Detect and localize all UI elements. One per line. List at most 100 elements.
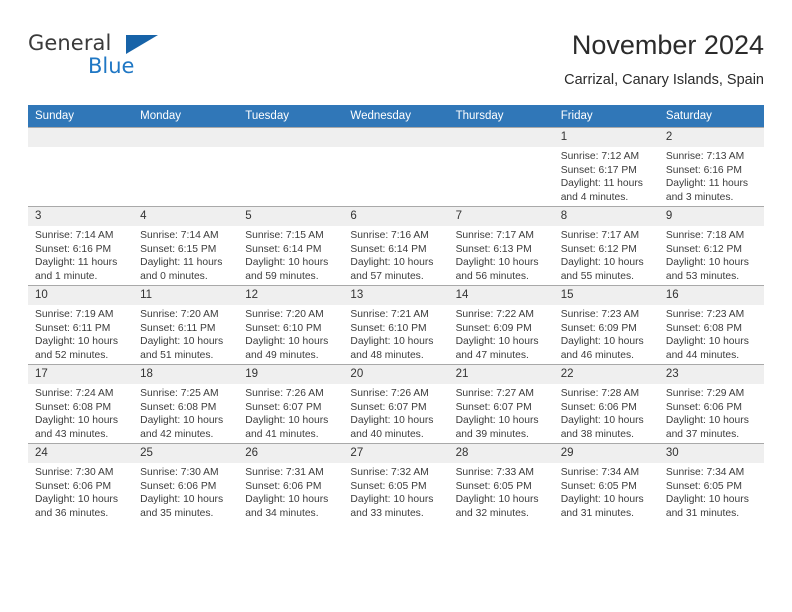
daylight-text: Daylight: 10 hours and 35 minutes. [140, 494, 224, 519]
sunrise-text: Sunrise: 7:23 AM [665, 309, 745, 320]
day-details: Sunrise: 7:17 AM Sunset: 6:12 PM Daylight:… [554, 226, 659, 283]
day-details: Sunrise: 7:27 AM Sunset: 6:07 PM Daylight:… [449, 384, 554, 441]
sunset-text: Sunset: 6:12 PM [665, 243, 742, 255]
day-number: 23 [658, 365, 764, 384]
calendar-day-cell[interactable]: 6 Sunrise: 7:16 AM Sunset: 6:14 PM Daylight… [343, 206, 449, 286]
sunrise-text: Sunrise: 7:34 AM [560, 467, 640, 478]
calendar-day-cell[interactable]: 3 Sunrise: 7:14 AM Sunset: 6:16 PM Daylight… [28, 206, 134, 286]
daylight-text: Daylight: 11 hours and 3 minutes. [665, 178, 749, 203]
sunset-text: Sunset: 6:06 PM [35, 480, 112, 492]
day-number: 29 [553, 444, 659, 463]
calendar-day-cell[interactable]: 5 Sunrise: 7:15 AM Sunset: 6:14 PM Daylight… [238, 206, 344, 286]
sunset-text: Sunset: 6:08 PM [665, 322, 742, 334]
daylight-text: Daylight: 10 hours and 42 minutes. [140, 415, 224, 440]
sunset-text: Sunset: 6:07 PM [245, 401, 322, 413]
day-number [448, 128, 554, 147]
day-details: Sunrise: 7:22 AM Sunset: 6:09 PM Daylight:… [449, 305, 554, 362]
calendar-grid: Sunday Monday Tuesday Wednesday Thursday… [28, 105, 764, 522]
calendar-day-cell-empty [343, 127, 449, 207]
day-number: 25 [133, 444, 239, 463]
page-title: November 2024 [571, 30, 764, 60]
daylight-text: Daylight: 10 hours and 33 minutes. [350, 494, 434, 519]
daylight-text: Daylight: 10 hours and 31 minutes. [665, 494, 749, 519]
sunrise-text: Sunrise: 7:27 AM [455, 388, 534, 399]
sunrise-text: Sunrise: 7:18 AM [665, 230, 745, 241]
sunset-text: Sunset: 6:16 PM [35, 243, 112, 255]
day-number: 26 [238, 444, 344, 463]
calendar-day-cell[interactable]: 4 Sunrise: 7:14 AM Sunset: 6:15 PM Daylight… [133, 206, 239, 286]
calendar-day-cell[interactable]: 11 Sunrise: 7:20 AM Sunset: 6:11 PM Dayligh… [133, 285, 239, 365]
calendar-day-cell[interactable]: 8 Sunrise: 7:17 AM Sunset: 6:12 PM Daylight… [553, 206, 659, 286]
sunrise-text: Sunrise: 7:20 AM [245, 309, 324, 320]
day-number: 7 [448, 207, 554, 226]
day-details: Sunrise: 7:33 AM Sunset: 6:05 PM Daylight:… [449, 463, 554, 520]
day-number: 24 [28, 444, 134, 463]
calendar-day-cell[interactable]: 21 Sunrise: 7:27 AM Sunset: 6:07 PM Dayligh… [448, 364, 554, 444]
calendar-day-cell[interactable]: 28 Sunrise: 7:33 AM Sunset: 6:05 PM Dayligh… [448, 443, 554, 522]
sunset-text: Sunset: 6:17 PM [560, 164, 637, 176]
day-number: 4 [133, 207, 239, 226]
daylight-text: Daylight: 10 hours and 47 minutes. [455, 336, 539, 361]
weekday-header-thursday: Thursday [448, 105, 554, 128]
calendar-day-cell[interactable]: 26 Sunrise: 7:31 AM Sunset: 6:06 PM Dayligh… [238, 443, 344, 522]
daylight-text: Daylight: 11 hours and 1 minute. [35, 257, 118, 282]
general-blue-logo[interactable]: General Blue [28, 31, 258, 89]
calendar-day-cell-empty [133, 127, 239, 207]
day-number: 12 [238, 286, 344, 305]
calendar-day-cell[interactable]: 17 Sunrise: 7:24 AM Sunset: 6:08 PM Dayligh… [28, 364, 134, 444]
sunrise-text: Sunrise: 7:19 AM [35, 309, 114, 320]
calendar-day-cell[interactable]: 23 Sunrise: 7:29 AM Sunset: 6:06 PM Dayligh… [658, 364, 764, 444]
calendar-day-cell[interactable]: 2 Sunrise: 7:13 AM Sunset: 6:16 PM Daylight… [658, 127, 764, 207]
daylight-text: Daylight: 10 hours and 44 minutes. [665, 336, 749, 361]
calendar-day-cell[interactable]: 10 Sunrise: 7:19 AM Sunset: 6:11 PM Dayligh… [28, 285, 134, 365]
calendar-day-cell[interactable]: 20 Sunrise: 7:26 AM Sunset: 6:07 PM Dayligh… [343, 364, 449, 444]
daylight-text: Daylight: 10 hours and 32 minutes. [455, 494, 539, 519]
sunrise-text: Sunrise: 7:17 AM [455, 230, 534, 241]
day-details: Sunrise: 7:23 AM Sunset: 6:09 PM Daylight:… [554, 305, 659, 362]
calendar-day-cell[interactable]: 13 Sunrise: 7:21 AM Sunset: 6:10 PM Dayligh… [343, 285, 449, 365]
weekday-header-wednesday: Wednesday [343, 105, 449, 128]
day-number: 27 [343, 444, 449, 463]
calendar-day-cell[interactable]: 14 Sunrise: 7:22 AM Sunset: 6:09 PM Dayligh… [448, 285, 554, 365]
daylight-text: Daylight: 10 hours and 38 minutes. [560, 415, 644, 440]
sunrise-text: Sunrise: 7:14 AM [140, 230, 219, 241]
page-header: General Blue November 2024 Carrizal, Can… [28, 28, 764, 98]
calendar-day-cell[interactable]: 29 Sunrise: 7:34 AM Sunset: 6:05 PM Dayligh… [553, 443, 659, 522]
calendar-day-cell[interactable]: 25 Sunrise: 7:30 AM Sunset: 6:06 PM Dayligh… [133, 443, 239, 522]
sunset-text: Sunset: 6:07 PM [350, 401, 427, 413]
sunset-text: Sunset: 6:09 PM [455, 322, 532, 334]
day-details: Sunrise: 7:31 AM Sunset: 6:06 PM Daylight:… [238, 463, 343, 520]
calendar-day-cell[interactable]: 22 Sunrise: 7:28 AM Sunset: 6:06 PM Dayligh… [553, 364, 659, 444]
calendar-day-cell[interactable]: 15 Sunrise: 7:23 AM Sunset: 6:09 PM Dayligh… [553, 285, 659, 365]
calendar-day-cell[interactable]: 18 Sunrise: 7:25 AM Sunset: 6:08 PM Dayligh… [133, 364, 239, 444]
sunrise-text: Sunrise: 7:21 AM [350, 309, 429, 320]
daylight-text: Daylight: 10 hours and 36 minutes. [35, 494, 118, 519]
sunset-text: Sunset: 6:06 PM [560, 401, 637, 413]
calendar-day-cell[interactable]: 12 Sunrise: 7:20 AM Sunset: 6:10 PM Dayligh… [238, 285, 344, 365]
daylight-text: Daylight: 10 hours and 49 minutes. [245, 336, 329, 361]
day-number: 17 [28, 365, 134, 384]
day-details: Sunrise: 7:23 AM Sunset: 6:08 PM Daylight:… [659, 305, 764, 362]
sunrise-text: Sunrise: 7:30 AM [35, 467, 114, 478]
calendar-day-cell[interactable]: 9 Sunrise: 7:18 AM Sunset: 6:12 PM Daylight… [658, 206, 764, 286]
sunset-text: Sunset: 6:12 PM [560, 243, 637, 255]
calendar-body: 1 Sunrise: 7:12 AM Sunset: 6:17 PM Daylight… [28, 127, 764, 522]
calendar-day-cell[interactable]: 16 Sunrise: 7:23 AM Sunset: 6:08 PM Dayligh… [658, 285, 764, 365]
calendar-day-cell[interactable]: 19 Sunrise: 7:26 AM Sunset: 6:07 PM Dayligh… [238, 364, 344, 444]
day-number: 6 [343, 207, 449, 226]
weekday-header-row: Sunday Monday Tuesday Wednesday Thursday… [28, 105, 764, 128]
weekday-header-monday: Monday [133, 105, 239, 128]
daylight-text: Daylight: 10 hours and 39 minutes. [455, 415, 539, 440]
calendar-week-row: 24 Sunrise: 7:30 AM Sunset: 6:06 PM Dayligh… [28, 443, 764, 522]
sunset-text: Sunset: 6:15 PM [140, 243, 217, 255]
calendar-day-cell[interactable]: 24 Sunrise: 7:30 AM Sunset: 6:06 PM Dayligh… [28, 443, 134, 522]
daylight-text: Daylight: 10 hours and 55 minutes. [560, 257, 644, 282]
calendar-day-cell[interactable]: 30 Sunrise: 7:34 AM Sunset: 6:05 PM Dayligh… [658, 443, 764, 522]
calendar-day-cell[interactable]: 27 Sunrise: 7:32 AM Sunset: 6:05 PM Dayligh… [343, 443, 449, 522]
calendar-day-cell[interactable]: 7 Sunrise: 7:17 AM Sunset: 6:13 PM Daylight… [448, 206, 554, 286]
day-details: Sunrise: 7:19 AM Sunset: 6:11 PM Daylight:… [28, 305, 133, 362]
sunset-text: Sunset: 6:11 PM [35, 322, 111, 334]
day-details: Sunrise: 7:21 AM Sunset: 6:10 PM Daylight:… [343, 305, 448, 362]
calendar-day-cell[interactable]: 1 Sunrise: 7:12 AM Sunset: 6:17 PM Daylight… [553, 127, 659, 207]
daylight-text: Daylight: 10 hours and 37 minutes. [665, 415, 749, 440]
